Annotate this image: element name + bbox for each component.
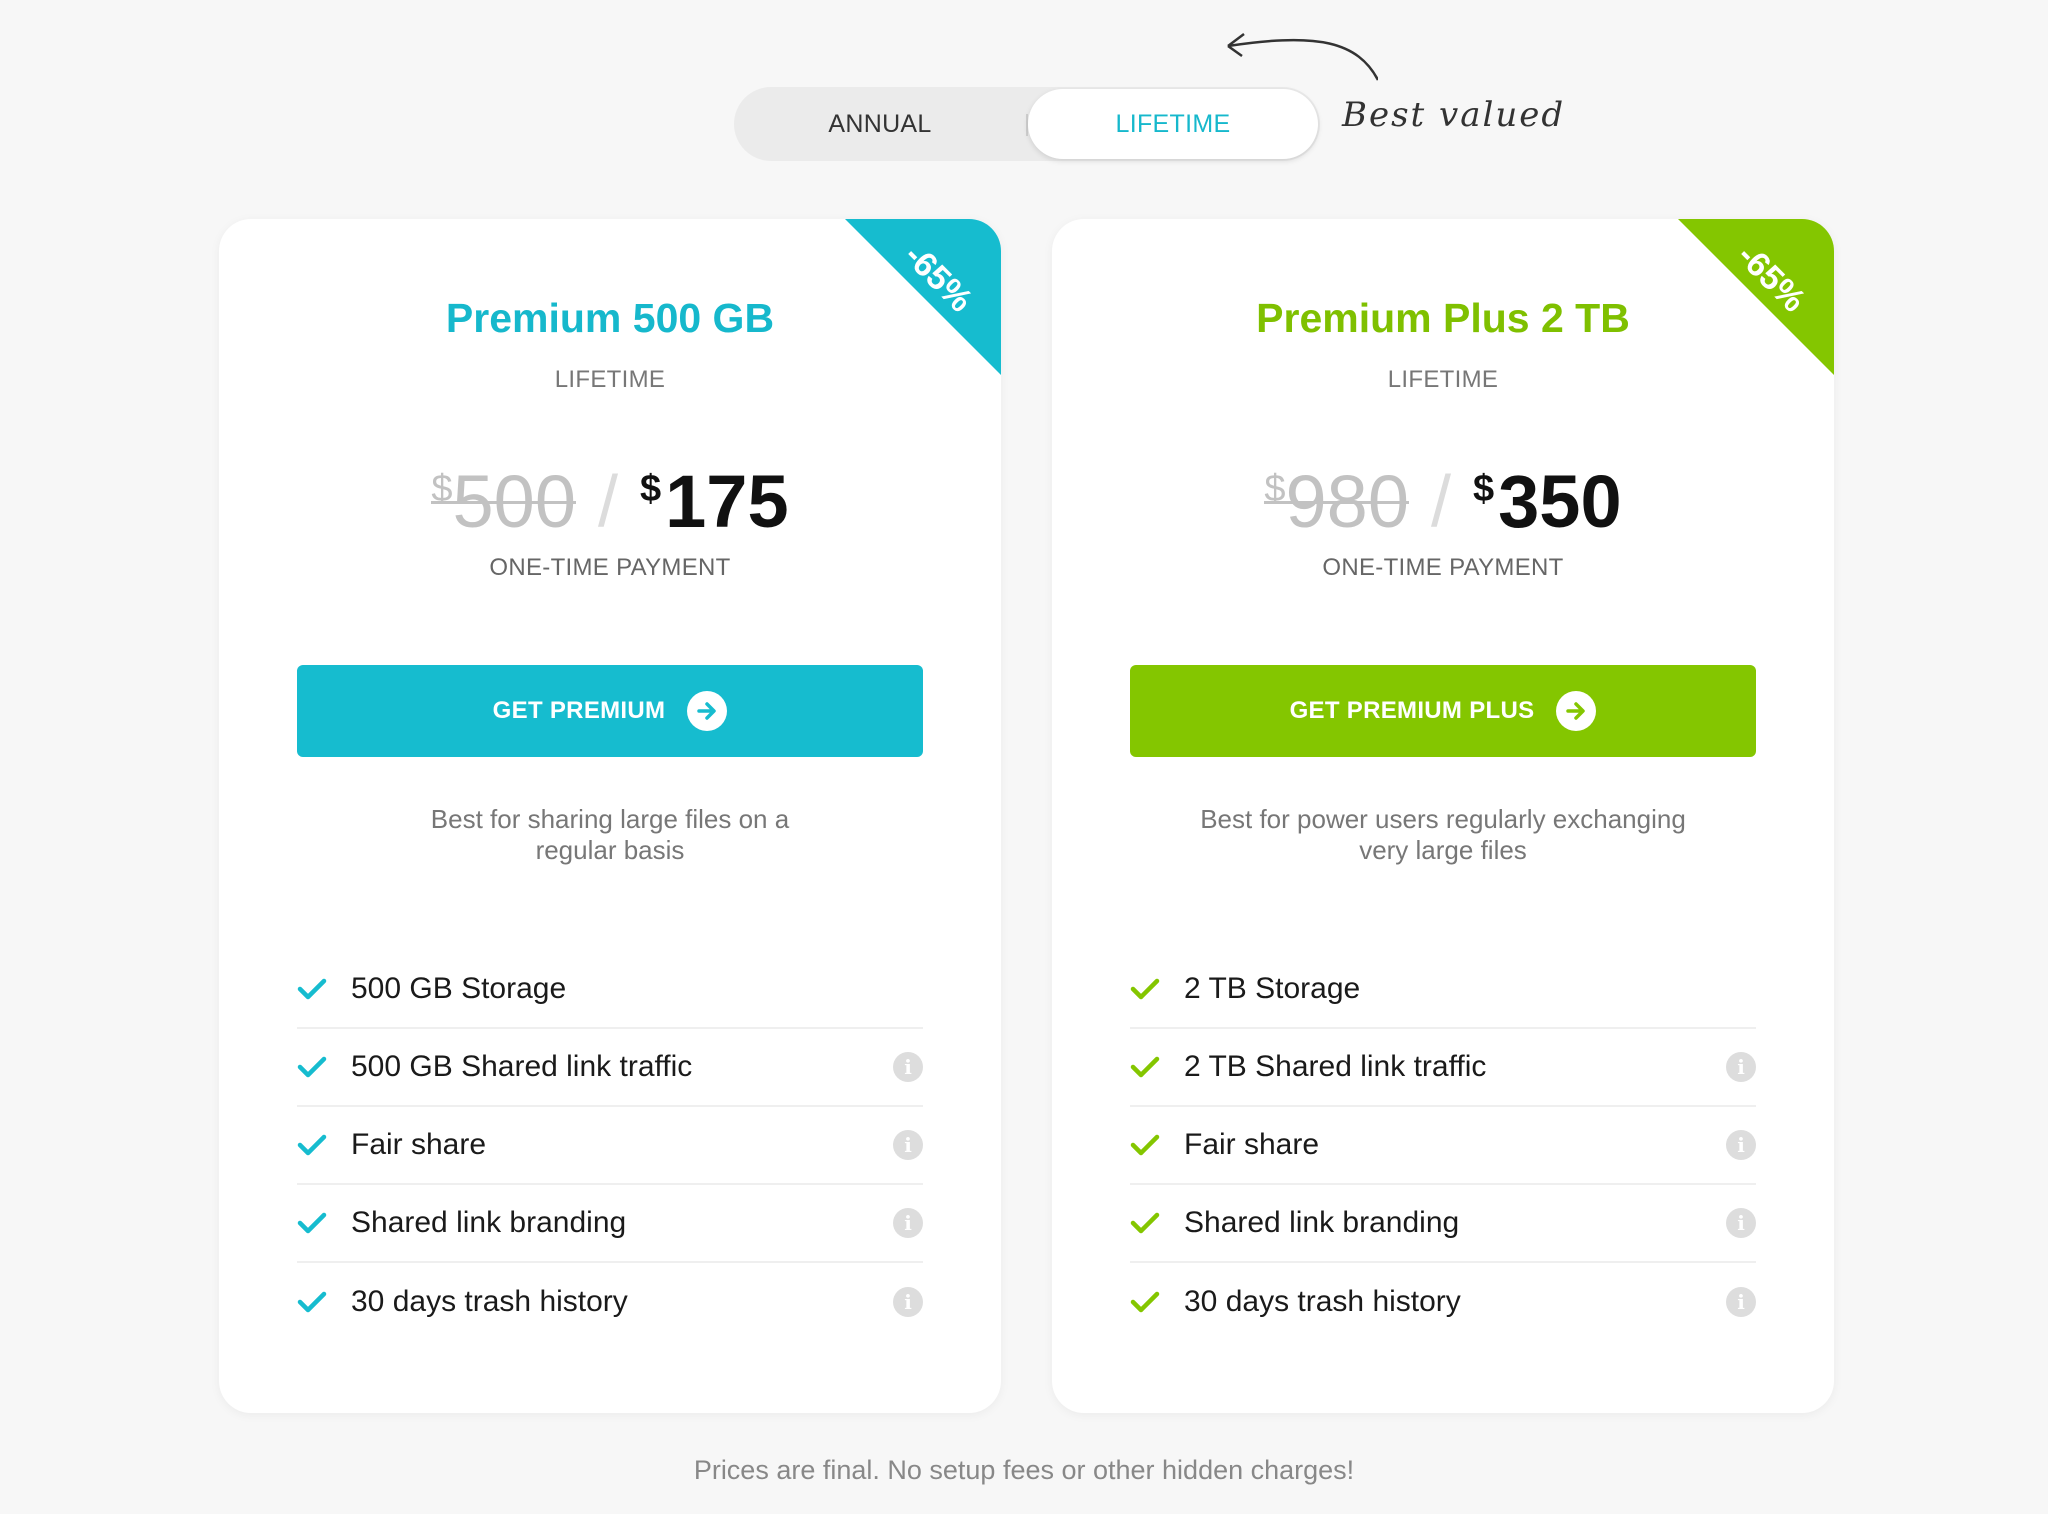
get-premium-plus-button[interactable]: GET PREMIUM PLUS bbox=[1130, 665, 1756, 757]
check-icon bbox=[297, 1291, 327, 1313]
plan-term: LIFETIME bbox=[1387, 366, 1499, 393]
price-separator: / bbox=[1430, 462, 1451, 542]
plan-name: Premium 500 GB bbox=[445, 295, 775, 341]
feature-item: Fair share i bbox=[297, 1107, 923, 1185]
check-icon bbox=[297, 978, 327, 1000]
old-price: $ 980 bbox=[1264, 465, 1409, 539]
plan-description-line: Best for sharing large files on a bbox=[430, 804, 790, 834]
check-icon bbox=[1130, 1291, 1160, 1313]
plan-description-line: very large files bbox=[1359, 835, 1527, 865]
feature-item: 500 GB Shared link traffic i bbox=[297, 1029, 923, 1107]
check-icon bbox=[1130, 1134, 1160, 1156]
feature-item: Fair share i bbox=[1130, 1107, 1756, 1185]
cta-label: GET PREMIUM PLUS bbox=[1289, 697, 1535, 724]
toggle-option-annual[interactable]: ANNUAL bbox=[734, 87, 1026, 161]
feature-item: 500 GB Storage bbox=[297, 951, 923, 1029]
plan-card-premium-plus: -65% Premium Plus 2 TB LIFETIME $ 980 / … bbox=[1052, 219, 1834, 1413]
plan-description: Best for sharing large files on a regula… bbox=[339, 804, 881, 866]
get-premium-button[interactable]: GET PREMIUM bbox=[297, 665, 923, 757]
billing-toggle[interactable]: ANNUAL LIFETIME bbox=[734, 87, 1320, 161]
check-icon bbox=[1130, 1056, 1160, 1078]
cta-label: GET PREMIUM bbox=[492, 697, 666, 724]
plan-card-premium: -65% Premium 500 GB LIFETIME $ 500 / $ 1… bbox=[219, 219, 1001, 1413]
best-valued-note: Best valued bbox=[1342, 95, 1566, 135]
pricing-footnote: Prices are final. No setup fees or other… bbox=[693, 1455, 1355, 1485]
old-price-currency: $ bbox=[431, 468, 453, 510]
feature-label: 2 TB Storage bbox=[1184, 972, 1361, 1005]
old-price-currency: $ bbox=[1264, 468, 1286, 510]
check-icon bbox=[1130, 1212, 1160, 1234]
check-icon bbox=[297, 1056, 327, 1078]
feature-item: 30 days trash history i bbox=[297, 1263, 923, 1341]
info-icon[interactable]: i bbox=[1726, 1287, 1756, 1317]
feature-item: Shared link branding i bbox=[1130, 1185, 1756, 1263]
feature-label: 30 days trash history bbox=[351, 1285, 628, 1318]
feature-label: 2 TB Shared link traffic bbox=[1184, 1050, 1487, 1083]
new-price-currency: $ bbox=[640, 468, 662, 510]
old-price: $ 500 bbox=[431, 465, 576, 539]
plan-description-line: regular basis bbox=[535, 835, 685, 865]
feature-label: 30 days trash history bbox=[1184, 1285, 1461, 1318]
info-icon[interactable]: i bbox=[893, 1130, 923, 1160]
price-separator: / bbox=[597, 462, 618, 542]
check-icon bbox=[297, 1134, 327, 1156]
new-price: $ 350 bbox=[1473, 465, 1622, 539]
feature-list: 500 GB Storage 500 GB Shared link traffi… bbox=[297, 951, 923, 1341]
info-icon[interactable]: i bbox=[1726, 1208, 1756, 1238]
price-note: ONE-TIME PAYMENT bbox=[489, 554, 731, 581]
new-price-value: 350 bbox=[1498, 460, 1622, 543]
feature-item: Shared link branding i bbox=[297, 1185, 923, 1263]
info-icon[interactable]: i bbox=[893, 1052, 923, 1082]
info-icon[interactable]: i bbox=[1726, 1052, 1756, 1082]
check-icon bbox=[1130, 978, 1160, 1000]
arrow-right-circle-icon bbox=[687, 691, 728, 731]
feature-item: 2 TB Shared link traffic i bbox=[1130, 1029, 1756, 1107]
feature-label: 500 GB Shared link traffic bbox=[351, 1050, 693, 1083]
price-row: $ 500 / $ 175 bbox=[219, 459, 1001, 539]
new-price-currency: $ bbox=[1473, 468, 1495, 510]
check-icon bbox=[297, 1212, 327, 1234]
toggle-option-lifetime[interactable]: LIFETIME bbox=[1028, 89, 1318, 159]
plan-description: Best for power users regularly exchangin… bbox=[1172, 804, 1714, 866]
feature-label: Shared link branding bbox=[1184, 1206, 1460, 1239]
feature-item: 30 days trash history i bbox=[1130, 1263, 1756, 1341]
feature-label: Fair share bbox=[351, 1128, 487, 1161]
pricing-page: ANNUAL LIFETIME Best valued -65% Premium… bbox=[0, 0, 2048, 1514]
new-price: $ 175 bbox=[640, 465, 789, 539]
feature-label: Shared link branding bbox=[351, 1206, 627, 1239]
feature-label: Fair share bbox=[1184, 1128, 1320, 1161]
feature-list: 2 TB Storage 2 TB Shared link traffic i … bbox=[1130, 951, 1756, 1341]
info-icon[interactable]: i bbox=[893, 1208, 923, 1238]
arrow-right-circle-icon bbox=[1556, 691, 1597, 731]
price-row: $ 980 / $ 350 bbox=[1052, 459, 1834, 539]
info-icon[interactable]: i bbox=[1726, 1130, 1756, 1160]
old-price-value: 980 bbox=[1285, 460, 1409, 543]
feature-item: 2 TB Storage bbox=[1130, 951, 1756, 1029]
old-price-value: 500 bbox=[452, 460, 576, 543]
plan-description-line: Best for power users regularly exchangin… bbox=[1200, 804, 1686, 834]
info-icon[interactable]: i bbox=[893, 1287, 923, 1317]
plan-term: LIFETIME bbox=[554, 366, 666, 393]
plan-name: Premium Plus 2 TB bbox=[1256, 295, 1630, 341]
new-price-value: 175 bbox=[665, 460, 789, 543]
price-note: ONE-TIME PAYMENT bbox=[1322, 554, 1564, 581]
curved-arrow-icon bbox=[1227, 33, 1378, 81]
feature-label: 500 GB Storage bbox=[351, 972, 567, 1005]
